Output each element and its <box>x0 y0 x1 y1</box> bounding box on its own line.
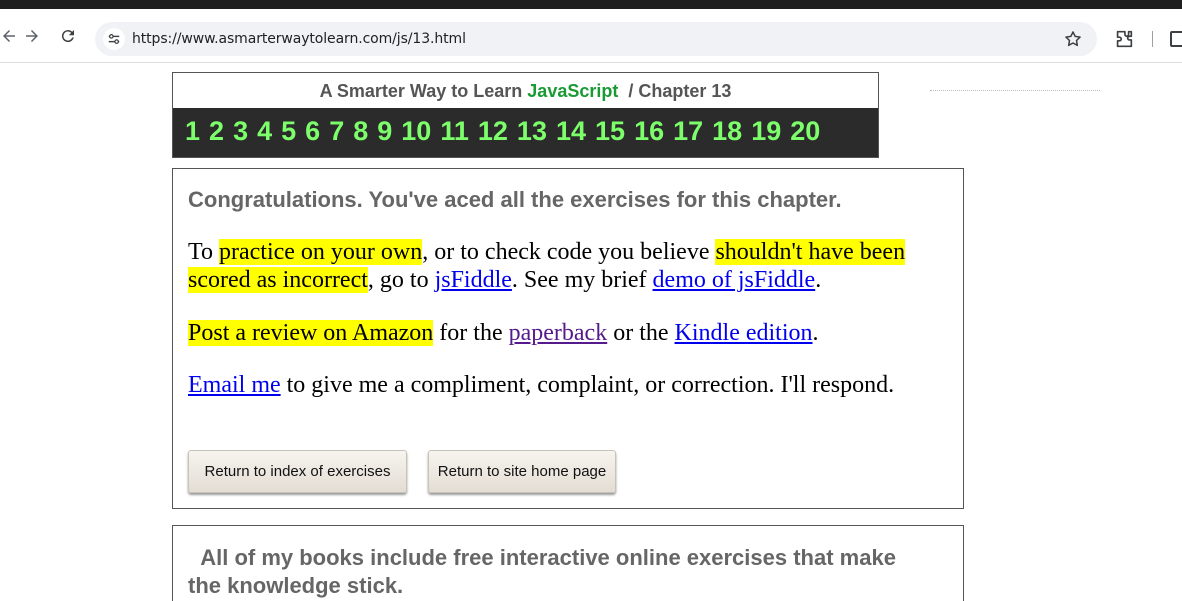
chapter-link-10[interactable]: 10 <box>401 116 431 147</box>
browser-top-strip <box>0 0 1182 9</box>
chapter-link-13[interactable]: 13 <box>517 116 547 147</box>
title-prefix: A Smarter Way to Learn <box>319 81 528 101</box>
chapter-link-12[interactable]: 12 <box>478 116 508 147</box>
chapter-link-3[interactable]: 3 <box>233 116 248 147</box>
side-panel-icon[interactable] <box>1170 31 1182 47</box>
p3-text: to give me a compliment, complaint, or c… <box>280 372 895 398</box>
books-promo-panel: All of my books include free interactive… <box>172 525 964 601</box>
congrats-panel: Congratulations. You've aced all the exe… <box>172 168 964 509</box>
chapter-link-14[interactable]: 14 <box>556 116 586 147</box>
p1-text-1: To <box>188 239 219 265</box>
dotted-decoration <box>930 90 1100 91</box>
p1-text-3: , go to <box>367 267 435 293</box>
chapter-link-11[interactable]: 11 <box>440 116 469 147</box>
chapter-link-18[interactable]: 18 <box>712 116 742 147</box>
kindle-edition-link[interactable]: Kindle edition <box>675 320 813 346</box>
p1-text-2: , or to check code you believe <box>422 239 716 265</box>
p1-highlight-1: practice on your own <box>218 239 423 265</box>
chapter-nav-bar: 1 2 3 4 5 6 7 8 9 10 11 12 13 14 15 16 17 18 19 20 <box>173 108 878 157</box>
p1-text-5: . <box>815 267 822 293</box>
chapter-link-16[interactable]: 16 <box>634 116 664 147</box>
chapter-link-19[interactable]: 19 <box>751 116 781 147</box>
reload-icon <box>61 30 74 43</box>
books-promo-label: All of my books include free interactive… <box>188 545 896 598</box>
return-home-button[interactable]: Return to site home page <box>428 450 616 493</box>
p1-text-4: . See my brief <box>511 267 653 293</box>
forward-arrow-icon <box>26 30 38 42</box>
chapter-header: A Smarter Way to Learn JavaScript / Chap… <box>172 72 879 158</box>
practice-paragraph: To practice on your own, or to check cod… <box>188 238 958 294</box>
reload-button[interactable] <box>53 9 83 63</box>
p2-text-3: . <box>812 320 819 346</box>
tune-icon <box>108 34 120 44</box>
p2-highlight: Post a review on Amazon <box>188 320 434 346</box>
chapter-link-20[interactable]: 20 <box>790 116 820 147</box>
title-chapter: / Chapter 13 <box>628 81 732 101</box>
url-text[interactable]: https://www.asmarterwaytolearn.com/js/13… <box>132 31 466 47</box>
site-info-button[interactable] <box>103 28 125 50</box>
chapter-links: 1 2 3 4 5 6 7 8 9 10 11 12 13 14 15 16 17 18 19 20 <box>185 116 829 147</box>
chapter-link-1[interactable]: 1 <box>185 116 200 147</box>
chapter-link-17[interactable]: 17 <box>673 116 703 147</box>
books-promo-text: All of my books include free interactive… <box>188 544 928 600</box>
p2-text-2: or the <box>607 320 675 346</box>
chapter-link-5[interactable]: 5 <box>281 116 296 147</box>
chapter-link-8[interactable]: 8 <box>353 116 368 147</box>
header-title: A Smarter Way to Learn JavaScript / Chap… <box>173 81 878 102</box>
title-javascript: JavaScript <box>527 81 619 101</box>
chapter-link-4[interactable]: 4 <box>257 116 272 147</box>
extensions-icon[interactable] <box>1113 28 1135 50</box>
bookmark-star-icon[interactable] <box>1063 29 1083 49</box>
chapter-link-7[interactable]: 7 <box>329 116 344 147</box>
email-me-link[interactable]: Email me <box>188 372 281 398</box>
review-paragraph: Post a review on Amazon for the paperbac… <box>188 319 958 347</box>
p2-text-1: for the <box>433 320 509 346</box>
toolbar-divider <box>1152 31 1153 47</box>
paperback-link[interactable]: paperback <box>509 320 608 346</box>
chapter-link-2[interactable]: 2 <box>209 116 224 147</box>
demo-jsfiddle-link[interactable]: demo of jsFiddle <box>653 267 816 293</box>
chapter-link-15[interactable]: 15 <box>595 116 625 147</box>
chapter-link-9[interactable]: 9 <box>377 116 392 147</box>
forward-button[interactable] <box>17 9 47 63</box>
return-index-button[interactable]: Return to index of exercises <box>188 450 407 493</box>
email-paragraph: Email me to give me a compliment, compla… <box>188 371 958 399</box>
chapter-link-6[interactable]: 6 <box>305 116 320 147</box>
jsfiddle-link[interactable]: jsFiddle <box>435 267 512 293</box>
back-arrow-icon <box>3 30 15 42</box>
address-bar[interactable]: https://www.asmarterwaytolearn.com/js/13… <box>95 22 1097 56</box>
congrats-heading: Congratulations. You've aced all the exe… <box>188 187 842 212</box>
